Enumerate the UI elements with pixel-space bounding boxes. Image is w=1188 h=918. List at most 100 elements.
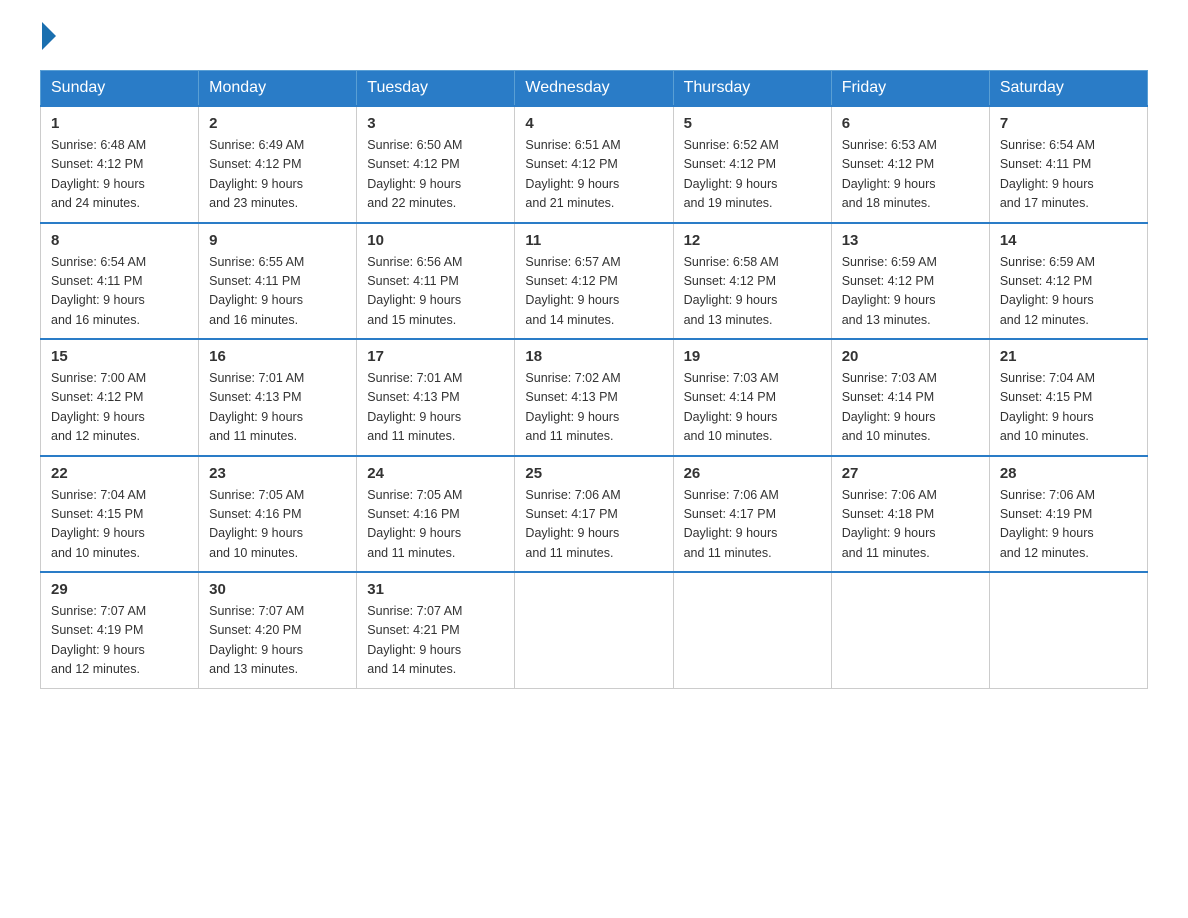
calendar-cell: 26 Sunrise: 7:06 AMSunset: 4:17 PMDaylig… xyxy=(673,456,831,573)
day-number: 18 xyxy=(525,348,662,365)
day-number: 28 xyxy=(1000,465,1137,482)
calendar-cell: 17 Sunrise: 7:01 AMSunset: 4:13 PMDaylig… xyxy=(357,339,515,456)
day-info: Sunrise: 7:06 AMSunset: 4:17 PMDaylight:… xyxy=(684,486,821,564)
calendar-cell xyxy=(515,572,673,688)
day-number: 16 xyxy=(209,348,346,365)
day-info: Sunrise: 7:04 AMSunset: 4:15 PMDaylight:… xyxy=(1000,369,1137,447)
day-info: Sunrise: 7:06 AMSunset: 4:18 PMDaylight:… xyxy=(842,486,979,564)
calendar-week-row: 15 Sunrise: 7:00 AMSunset: 4:12 PMDaylig… xyxy=(41,339,1148,456)
calendar-cell: 6 Sunrise: 6:53 AMSunset: 4:12 PMDayligh… xyxy=(831,106,989,223)
day-number: 21 xyxy=(1000,348,1137,365)
calendar-cell: 30 Sunrise: 7:07 AMSunset: 4:20 PMDaylig… xyxy=(199,572,357,688)
calendar-cell: 12 Sunrise: 6:58 AMSunset: 4:12 PMDaylig… xyxy=(673,223,831,340)
calendar-cell: 20 Sunrise: 7:03 AMSunset: 4:14 PMDaylig… xyxy=(831,339,989,456)
calendar-cell: 9 Sunrise: 6:55 AMSunset: 4:11 PMDayligh… xyxy=(199,223,357,340)
day-info: Sunrise: 7:07 AMSunset: 4:19 PMDaylight:… xyxy=(51,602,188,680)
day-number: 17 xyxy=(367,348,504,365)
calendar-cell: 22 Sunrise: 7:04 AMSunset: 4:15 PMDaylig… xyxy=(41,456,199,573)
day-info: Sunrise: 7:03 AMSunset: 4:14 PMDaylight:… xyxy=(684,369,821,447)
day-info: Sunrise: 7:05 AMSunset: 4:16 PMDaylight:… xyxy=(367,486,504,564)
day-number: 5 xyxy=(684,115,821,132)
day-number: 7 xyxy=(1000,115,1137,132)
calendar-week-row: 1 Sunrise: 6:48 AMSunset: 4:12 PMDayligh… xyxy=(41,106,1148,223)
calendar-week-row: 22 Sunrise: 7:04 AMSunset: 4:15 PMDaylig… xyxy=(41,456,1148,573)
calendar-week-row: 8 Sunrise: 6:54 AMSunset: 4:11 PMDayligh… xyxy=(41,223,1148,340)
day-info: Sunrise: 7:07 AMSunset: 4:21 PMDaylight:… xyxy=(367,602,504,680)
day-number: 9 xyxy=(209,232,346,249)
day-info: Sunrise: 7:00 AMSunset: 4:12 PMDaylight:… xyxy=(51,369,188,447)
day-number: 23 xyxy=(209,465,346,482)
day-number: 25 xyxy=(525,465,662,482)
day-number: 13 xyxy=(842,232,979,249)
calendar-cell: 28 Sunrise: 7:06 AMSunset: 4:19 PMDaylig… xyxy=(989,456,1147,573)
calendar-cell xyxy=(673,572,831,688)
day-info: Sunrise: 7:01 AMSunset: 4:13 PMDaylight:… xyxy=(367,369,504,447)
calendar-cell: 25 Sunrise: 7:06 AMSunset: 4:17 PMDaylig… xyxy=(515,456,673,573)
weekday-header-thursday: Thursday xyxy=(673,71,831,107)
logo xyxy=(40,30,56,50)
calendar-cell: 10 Sunrise: 6:56 AMSunset: 4:11 PMDaylig… xyxy=(357,223,515,340)
weekday-header-friday: Friday xyxy=(831,71,989,107)
day-number: 4 xyxy=(525,115,662,132)
calendar-cell xyxy=(989,572,1147,688)
page-header xyxy=(40,30,1148,50)
weekday-header-sunday: Sunday xyxy=(41,71,199,107)
weekday-header-wednesday: Wednesday xyxy=(515,71,673,107)
day-number: 15 xyxy=(51,348,188,365)
day-number: 3 xyxy=(367,115,504,132)
day-info: Sunrise: 6:58 AMSunset: 4:12 PMDaylight:… xyxy=(684,253,821,331)
day-info: Sunrise: 6:53 AMSunset: 4:12 PMDaylight:… xyxy=(842,136,979,214)
day-number: 22 xyxy=(51,465,188,482)
calendar-cell: 2 Sunrise: 6:49 AMSunset: 4:12 PMDayligh… xyxy=(199,106,357,223)
day-info: Sunrise: 7:05 AMSunset: 4:16 PMDaylight:… xyxy=(209,486,346,564)
day-info: Sunrise: 6:50 AMSunset: 4:12 PMDaylight:… xyxy=(367,136,504,214)
weekday-header-tuesday: Tuesday xyxy=(357,71,515,107)
calendar-cell: 1 Sunrise: 6:48 AMSunset: 4:12 PMDayligh… xyxy=(41,106,199,223)
day-number: 29 xyxy=(51,581,188,598)
calendar-cell: 16 Sunrise: 7:01 AMSunset: 4:13 PMDaylig… xyxy=(199,339,357,456)
weekday-header-monday: Monday xyxy=(199,71,357,107)
calendar-cell: 13 Sunrise: 6:59 AMSunset: 4:12 PMDaylig… xyxy=(831,223,989,340)
calendar-cell: 7 Sunrise: 6:54 AMSunset: 4:11 PMDayligh… xyxy=(989,106,1147,223)
weekday-header-row: SundayMondayTuesdayWednesdayThursdayFrid… xyxy=(41,71,1148,107)
day-info: Sunrise: 6:57 AMSunset: 4:12 PMDaylight:… xyxy=(525,253,662,331)
calendar-cell: 23 Sunrise: 7:05 AMSunset: 4:16 PMDaylig… xyxy=(199,456,357,573)
calendar-cell: 4 Sunrise: 6:51 AMSunset: 4:12 PMDayligh… xyxy=(515,106,673,223)
calendar-cell: 15 Sunrise: 7:00 AMSunset: 4:12 PMDaylig… xyxy=(41,339,199,456)
day-info: Sunrise: 7:04 AMSunset: 4:15 PMDaylight:… xyxy=(51,486,188,564)
day-info: Sunrise: 7:01 AMSunset: 4:13 PMDaylight:… xyxy=(209,369,346,447)
calendar-cell: 14 Sunrise: 6:59 AMSunset: 4:12 PMDaylig… xyxy=(989,223,1147,340)
calendar-cell: 5 Sunrise: 6:52 AMSunset: 4:12 PMDayligh… xyxy=(673,106,831,223)
calendar-cell: 21 Sunrise: 7:04 AMSunset: 4:15 PMDaylig… xyxy=(989,339,1147,456)
day-number: 31 xyxy=(367,581,504,598)
day-number: 11 xyxy=(525,232,662,249)
day-info: Sunrise: 7:02 AMSunset: 4:13 PMDaylight:… xyxy=(525,369,662,447)
day-info: Sunrise: 6:48 AMSunset: 4:12 PMDaylight:… xyxy=(51,136,188,214)
day-info: Sunrise: 6:59 AMSunset: 4:12 PMDaylight:… xyxy=(842,253,979,331)
day-info: Sunrise: 6:52 AMSunset: 4:12 PMDaylight:… xyxy=(684,136,821,214)
calendar-table: SundayMondayTuesdayWednesdayThursdayFrid… xyxy=(40,70,1148,689)
calendar-cell: 27 Sunrise: 7:06 AMSunset: 4:18 PMDaylig… xyxy=(831,456,989,573)
calendar-cell: 24 Sunrise: 7:05 AMSunset: 4:16 PMDaylig… xyxy=(357,456,515,573)
day-number: 12 xyxy=(684,232,821,249)
day-info: Sunrise: 6:54 AMSunset: 4:11 PMDaylight:… xyxy=(1000,136,1137,214)
calendar-cell: 31 Sunrise: 7:07 AMSunset: 4:21 PMDaylig… xyxy=(357,572,515,688)
day-number: 24 xyxy=(367,465,504,482)
calendar-cell: 3 Sunrise: 6:50 AMSunset: 4:12 PMDayligh… xyxy=(357,106,515,223)
day-info: Sunrise: 6:59 AMSunset: 4:12 PMDaylight:… xyxy=(1000,253,1137,331)
day-info: Sunrise: 6:54 AMSunset: 4:11 PMDaylight:… xyxy=(51,253,188,331)
day-info: Sunrise: 6:55 AMSunset: 4:11 PMDaylight:… xyxy=(209,253,346,331)
day-number: 1 xyxy=(51,115,188,132)
day-number: 14 xyxy=(1000,232,1137,249)
day-info: Sunrise: 7:03 AMSunset: 4:14 PMDaylight:… xyxy=(842,369,979,447)
day-number: 2 xyxy=(209,115,346,132)
weekday-header-saturday: Saturday xyxy=(989,71,1147,107)
calendar-cell: 29 Sunrise: 7:07 AMSunset: 4:19 PMDaylig… xyxy=(41,572,199,688)
calendar-week-row: 29 Sunrise: 7:07 AMSunset: 4:19 PMDaylig… xyxy=(41,572,1148,688)
day-info: Sunrise: 6:56 AMSunset: 4:11 PMDaylight:… xyxy=(367,253,504,331)
day-number: 10 xyxy=(367,232,504,249)
day-info: Sunrise: 7:06 AMSunset: 4:19 PMDaylight:… xyxy=(1000,486,1137,564)
calendar-cell: 11 Sunrise: 6:57 AMSunset: 4:12 PMDaylig… xyxy=(515,223,673,340)
day-info: Sunrise: 7:06 AMSunset: 4:17 PMDaylight:… xyxy=(525,486,662,564)
day-number: 6 xyxy=(842,115,979,132)
